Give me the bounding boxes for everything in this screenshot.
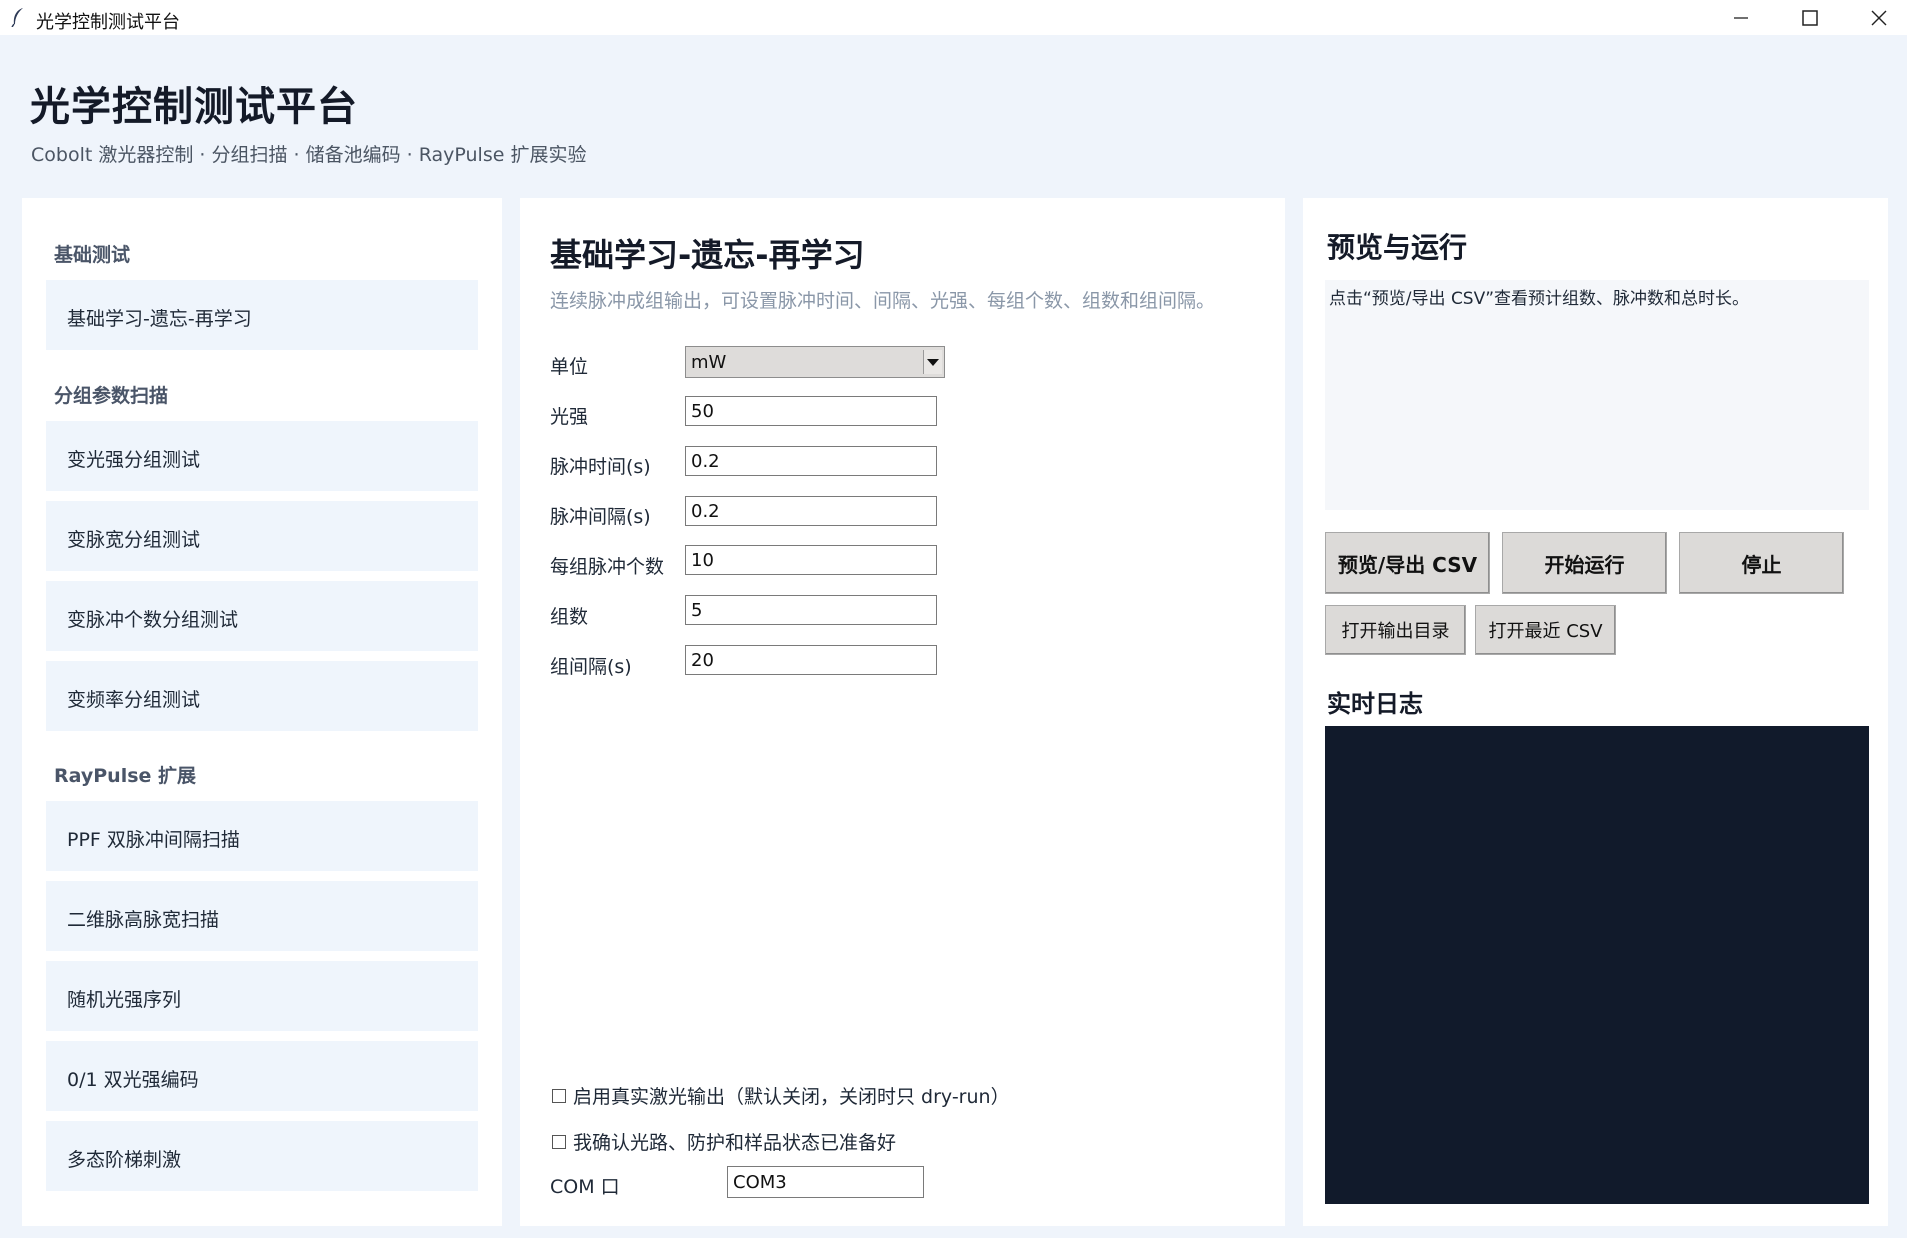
group-interval-input[interactable] (685, 645, 937, 675)
com-port-label: COM 口 (550, 1176, 620, 1198)
log-title: 实时日志 (1327, 690, 1423, 718)
section-label-basic: 基础测试 (54, 244, 131, 266)
unit-label: 单位 (550, 356, 589, 378)
sidebar-item-2d-scan[interactable]: 二维脉高脉宽扫描 (46, 881, 478, 951)
start-run-button[interactable]: 开始运行 (1502, 532, 1667, 594)
sidebar-item-label: 变脉宽分组测试 (67, 529, 201, 551)
sidebar-item-frequency-group[interactable]: 变频率分组测试 (46, 661, 478, 731)
sidebar-item-width-group[interactable]: 变脉宽分组测试 (46, 501, 478, 571)
minimize-icon (1734, 16, 1748, 19)
checkbox-icon[interactable] (552, 1088, 566, 1103)
close-icon (1871, 10, 1887, 25)
dropdown-arrow-icon[interactable] (923, 350, 942, 374)
section-label-group-scan: 分组参数扫描 (54, 385, 169, 407)
test-title: 基础学习-遗忘-再学习 (550, 236, 865, 274)
sidebar-item-label: 基础学习-遗忘-再学习 (67, 308, 252, 330)
minimize-button[interactable] (1706, 0, 1776, 35)
field-label: 脉冲时间(s) (550, 456, 651, 478)
sidebar-item-label: 随机光强序列 (67, 989, 182, 1011)
sidebar-item-label: 0/1 双光强编码 (67, 1069, 199, 1091)
preview-run-title: 预览与运行 (1327, 231, 1468, 264)
sidebar-item-ppf-scan[interactable]: PPF 双脉冲间隔扫描 (46, 801, 478, 871)
preview-export-button[interactable]: 预览/导出 CSV (1325, 532, 1490, 594)
unit-select[interactable]: mW (685, 346, 945, 378)
sidebar-item-basic-learning[interactable]: 基础学习-遗忘-再学习 (46, 280, 478, 350)
sidebar-item-label: 变频率分组测试 (67, 689, 201, 711)
group-count-input[interactable] (685, 595, 937, 625)
window-title: 光学控制测试平台 (36, 12, 180, 33)
com-port-input[interactable] (727, 1166, 924, 1198)
window-titlebar: 光学控制测试平台 (0, 0, 1907, 35)
stop-button[interactable]: 停止 (1679, 532, 1844, 594)
sidebar-item-random-sequence[interactable]: 随机光强序列 (46, 961, 478, 1031)
sidebar-item-binary-encoding[interactable]: 0/1 双光强编码 (46, 1041, 478, 1111)
section-label-raypulse: RayPulse 扩展 (54, 765, 197, 787)
real-laser-output-checkbox[interactable]: 启用真实激光输出（默认关闭，关闭时只 dry-run） (552, 1082, 1010, 1109)
checkbox-label: 我确认光路、防护和样品状态已准备好 (573, 1132, 897, 1154)
field-label: 组间隔(s) (550, 656, 632, 678)
test-description: 连续脉冲成组输出，可设置脉冲时间、间隔、光强、每组个数、组数和组间隔。 (550, 290, 1216, 312)
pulses-per-group-input[interactable] (685, 545, 937, 575)
field-label: 每组脉冲个数 (550, 556, 665, 578)
sidebar-item-label: PPF 双脉冲间隔扫描 (67, 829, 240, 851)
sidebar-item-label: 变光强分组测试 (67, 449, 201, 471)
close-button[interactable] (1844, 0, 1907, 35)
test-list-sidebar: 基础测试 基础学习-遗忘-再学习 分组参数扫描 变光强分组测试 变脉宽分组测试 … (22, 198, 502, 1226)
app-subtitle: Cobolt 激光器控制 · 分组扫描 · 储备池编码 · RayPulse 扩… (31, 144, 587, 166)
field-label: 组数 (550, 606, 589, 628)
parameter-panel: 基础学习-遗忘-再学习 连续脉冲成组输出，可设置脉冲时间、间隔、光强、每组个数、… (520, 198, 1285, 1226)
open-output-dir-button[interactable]: 打开输出目录 (1325, 605, 1466, 655)
realtime-log[interactable] (1325, 726, 1869, 1204)
sidebar-item-label: 二维脉高脉宽扫描 (67, 909, 220, 931)
sidebar-item-label: 变脉冲个数分组测试 (67, 609, 239, 631)
safety-confirm-checkbox[interactable]: 我确认光路、防护和样品状态已准备好 (552, 1128, 896, 1155)
sidebar-item-count-group[interactable]: 变脉冲个数分组测试 (46, 581, 478, 651)
maximize-icon (1802, 9, 1818, 26)
preview-summary: 点击“预览/导出 CSV”查看预计组数、脉冲数和总时长。 (1325, 280, 1869, 510)
sidebar-item-intensity-group[interactable]: 变光强分组测试 (46, 421, 478, 491)
field-label: 光强 (550, 406, 589, 428)
field-label: 脉冲间隔(s) (550, 506, 651, 528)
app-title: 光学控制测试平台 (30, 84, 358, 130)
pulse-interval-input[interactable] (685, 496, 937, 526)
intensity-input[interactable] (685, 396, 937, 426)
pulse-time-input[interactable] (685, 446, 937, 476)
run-panel: 预览与运行 点击“预览/导出 CSV”查看预计组数、脉冲数和总时长。 预览/导出… (1303, 198, 1888, 1226)
maximize-button[interactable] (1775, 0, 1845, 35)
sidebar-item-label: 多态阶梯刺激 (67, 1149, 182, 1171)
open-recent-csv-button[interactable]: 打开最近 CSV (1475, 605, 1616, 655)
checkbox-label: 启用真实激光输出（默认关闭，关闭时只 dry-run） (573, 1086, 1010, 1108)
checkbox-icon[interactable] (552, 1134, 566, 1149)
sidebar-item-staircase[interactable]: 多态阶梯刺激 (46, 1121, 478, 1191)
preview-text: 点击“预览/导出 CSV”查看预计组数、脉冲数和总时长。 (1329, 289, 1750, 309)
feather-icon (11, 8, 23, 27)
unit-value: mW (691, 352, 727, 373)
